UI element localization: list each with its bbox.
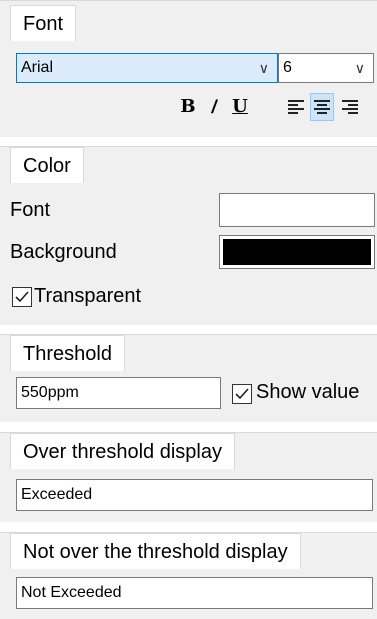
tab-not-over-threshold[interactable]: Not over the threshold display — [10, 533, 301, 569]
font-color-label: Font — [10, 199, 51, 221]
threshold-panel: Threshold 550ppm Show value — [0, 334, 377, 422]
background-color-label: Background — [10, 241, 117, 263]
over-threshold-input[interactable]: Exceeded — [16, 479, 373, 511]
font-size-value: 6 — [283, 59, 292, 76]
background-color-fill — [223, 239, 371, 265]
background-color-swatch[interactable] — [219, 235, 375, 269]
show-value-checkbox[interactable]: Show value — [232, 381, 377, 407]
checkmark-icon — [235, 388, 249, 400]
align-left-icon — [288, 100, 304, 114]
tab-color[interactable]: Color — [10, 147, 84, 183]
tab-threshold-label: Threshold — [23, 343, 112, 365]
checkbox-box — [12, 287, 32, 307]
threshold-input[interactable]: 550ppm — [16, 377, 221, 409]
show-value-label: Show value — [256, 381, 360, 403]
font-color-swatch[interactable] — [219, 193, 375, 227]
tab-not-over-threshold-label: Not over the threshold display — [23, 541, 288, 563]
tab-over-threshold[interactable]: Over threshold display — [10, 433, 235, 469]
not-over-threshold-panel: Not over the threshold display Not Excee… — [0, 532, 377, 619]
tab-over-threshold-label: Over threshold display — [23, 441, 222, 463]
italic-button[interactable]: / — [202, 93, 226, 121]
not-over-threshold-input[interactable]: Not Exceeded — [16, 577, 373, 609]
checkmark-icon — [15, 291, 29, 303]
align-right-icon — [342, 100, 358, 114]
tab-threshold[interactable]: Threshold — [10, 335, 125, 371]
color-panel: Color Font Background Transparent — [0, 146, 377, 325]
align-center-icon — [314, 100, 330, 114]
tab-color-label: Color — [23, 155, 71, 177]
underline-button[interactable]: U — [228, 93, 252, 121]
transparent-label: Transparent — [34, 285, 142, 307]
checkbox-box — [232, 384, 252, 404]
chevron-down-icon: ∨ — [354, 60, 365, 76]
tab-font[interactable]: Font — [10, 5, 77, 41]
font-family-select[interactable]: Arial ∨ — [16, 53, 278, 83]
font-size-select[interactable]: 6 ∨ — [278, 53, 374, 83]
transparent-checkbox[interactable]: Transparent — [12, 285, 212, 309]
over-threshold-panel: Over threshold display Exceeded — [0, 432, 377, 522]
chevron-down-icon: ∨ — [258, 60, 269, 76]
font-panel: Font Arial ∨ 6 ∨ B / U — [0, 0, 377, 137]
bold-button[interactable]: B — [176, 93, 200, 121]
font-family-value: Arial — [21, 59, 54, 76]
align-right-button[interactable] — [338, 93, 362, 121]
align-left-button[interactable] — [284, 93, 308, 121]
tab-font-label: Font — [23, 13, 64, 35]
align-center-button[interactable] — [310, 93, 334, 121]
